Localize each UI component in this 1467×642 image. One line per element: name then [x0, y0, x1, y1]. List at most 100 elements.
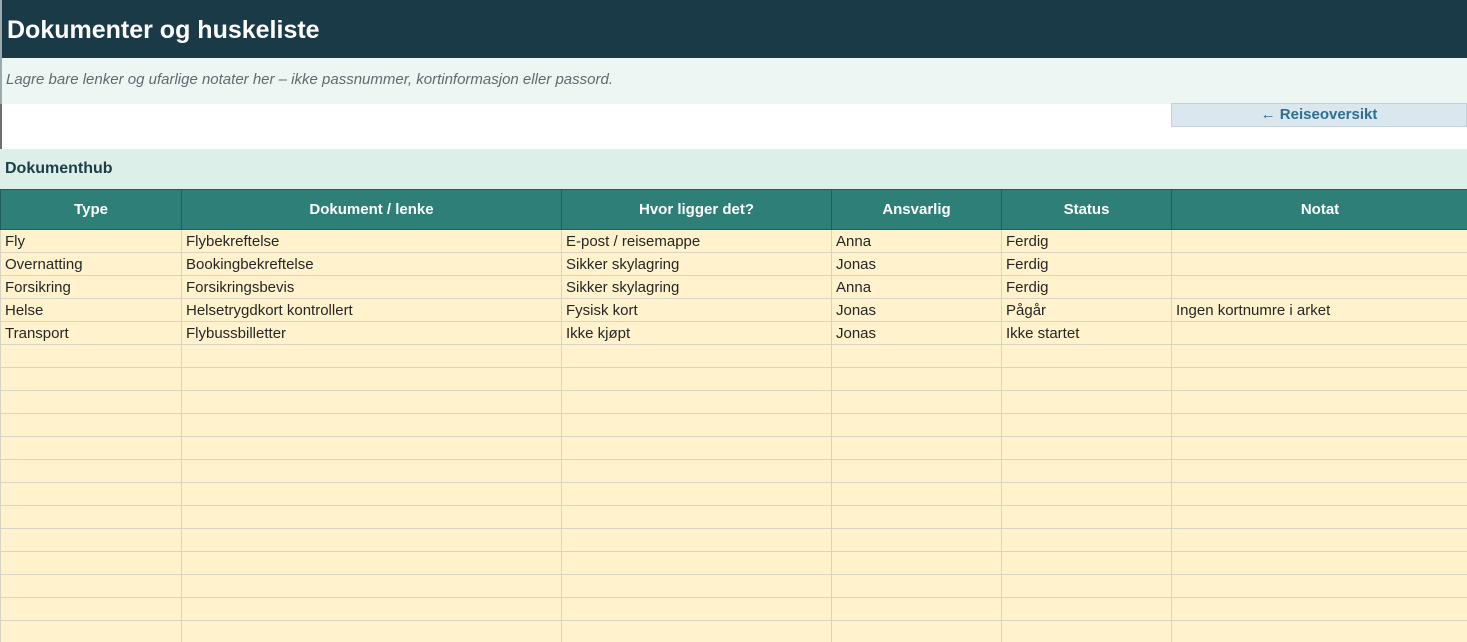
cell-type[interactable]: Transport — [0, 321, 182, 345]
cell-type[interactable]: Fly — [0, 229, 182, 253]
cell-status[interactable]: Pågår — [1001, 298, 1172, 322]
cell-note[interactable] — [1171, 436, 1467, 460]
cell-location[interactable] — [561, 482, 832, 506]
cell-document[interactable] — [181, 367, 562, 391]
cell-status[interactable] — [1001, 344, 1172, 368]
cell-note[interactable] — [1171, 574, 1467, 598]
cell-responsible[interactable] — [831, 620, 1002, 642]
cell-responsible[interactable]: Jonas — [831, 298, 1002, 322]
cell-note[interactable] — [1171, 620, 1467, 642]
cell-type[interactable] — [0, 528, 182, 552]
cell-document[interactable]: Bookingbekreftelse — [181, 252, 562, 276]
cell-document[interactable] — [181, 459, 562, 483]
cell-responsible[interactable] — [831, 367, 1002, 391]
column-header-type[interactable]: Type — [0, 189, 182, 230]
column-header-note[interactable]: Notat — [1171, 189, 1467, 230]
back-to-travel-overview-link[interactable]: ← Reiseoversikt — [1171, 103, 1467, 127]
cell-responsible[interactable] — [831, 413, 1002, 437]
cell-status[interactable] — [1001, 505, 1172, 529]
cell-location[interactable]: E-post / reisemappe — [561, 229, 832, 253]
cell-document[interactable] — [181, 528, 562, 552]
cell-location[interactable] — [561, 436, 832, 460]
cell-responsible[interactable]: Jonas — [831, 252, 1002, 276]
cell-responsible[interactable] — [831, 459, 1002, 483]
cell-status[interactable] — [1001, 413, 1172, 437]
cell-note[interactable] — [1171, 413, 1467, 437]
cell-note[interactable] — [1171, 321, 1467, 345]
cell-document[interactable] — [181, 344, 562, 368]
cell-location[interactable] — [561, 459, 832, 483]
cell-location[interactable]: Sikker skylagring — [561, 252, 832, 276]
cell-responsible[interactable] — [831, 551, 1002, 575]
cell-document[interactable]: Forsikringsbevis — [181, 275, 562, 299]
cell-responsible[interactable] — [831, 574, 1002, 598]
cell-status[interactable] — [1001, 528, 1172, 552]
cell-location[interactable] — [561, 574, 832, 598]
cell-location[interactable]: Sikker skylagring — [561, 275, 832, 299]
column-header-status[interactable]: Status — [1001, 189, 1172, 230]
cell-responsible[interactable]: Anna — [831, 275, 1002, 299]
cell-status[interactable]: Ferdig — [1001, 275, 1172, 299]
cell-status[interactable]: Ikke startet — [1001, 321, 1172, 345]
cell-type[interactable] — [0, 482, 182, 506]
cell-responsible[interactable] — [831, 390, 1002, 414]
cell-type[interactable] — [0, 436, 182, 460]
cell-document[interactable] — [181, 482, 562, 506]
cell-responsible[interactable] — [831, 528, 1002, 552]
cell-location[interactable] — [561, 390, 832, 414]
cell-type[interactable] — [0, 505, 182, 529]
cell-responsible[interactable] — [831, 505, 1002, 529]
cell-note[interactable] — [1171, 528, 1467, 552]
cell-status[interactable] — [1001, 390, 1172, 414]
privacy-note[interactable]: Lagre bare lenker og ufarlige notater he… — [6, 71, 613, 88]
cell-location[interactable] — [561, 620, 832, 642]
cell-responsible[interactable] — [831, 597, 1002, 621]
column-header-location[interactable]: Hvor ligger det? — [561, 189, 832, 230]
cell-location[interactable] — [561, 505, 832, 529]
cell-type[interactable] — [0, 574, 182, 598]
cell-location[interactable] — [561, 344, 832, 368]
cell-location[interactable]: Fysisk kort — [561, 298, 832, 322]
page-title[interactable]: Dokumenter og huskeliste — [7, 14, 320, 46]
cell-note[interactable] — [1171, 229, 1467, 253]
cell-type[interactable] — [0, 551, 182, 575]
cell-document[interactable] — [181, 413, 562, 437]
section-title[interactable]: Dokumenthub — [5, 160, 113, 178]
cell-status[interactable] — [1001, 551, 1172, 575]
cell-status[interactable] — [1001, 574, 1172, 598]
cell-note[interactable] — [1171, 551, 1467, 575]
cell-location[interactable] — [561, 528, 832, 552]
cell-note[interactable] — [1171, 344, 1467, 368]
column-header-document[interactable]: Dokument / lenke — [181, 189, 562, 230]
cell-responsible[interactable]: Jonas — [831, 321, 1002, 345]
cell-document[interactable] — [181, 551, 562, 575]
cell-type[interactable] — [0, 459, 182, 483]
cell-status[interactable]: Ferdig — [1001, 229, 1172, 253]
cell-type[interactable]: Overnatting — [0, 252, 182, 276]
cell-status[interactable] — [1001, 367, 1172, 391]
cell-document[interactable] — [181, 620, 562, 642]
cell-type[interactable] — [0, 413, 182, 437]
cell-responsible[interactable]: Anna — [831, 229, 1002, 253]
cell-responsible[interactable] — [831, 344, 1002, 368]
cell-note[interactable] — [1171, 367, 1467, 391]
cell-document[interactable]: Helsetrygdkort kontrollert — [181, 298, 562, 322]
cell-note[interactable] — [1171, 275, 1467, 299]
cell-status[interactable] — [1001, 597, 1172, 621]
cell-status[interactable]: Ferdig — [1001, 252, 1172, 276]
cell-note[interactable] — [1171, 597, 1467, 621]
cell-note[interactable] — [1171, 252, 1467, 276]
cell-status[interactable] — [1001, 436, 1172, 460]
cell-document[interactable] — [181, 436, 562, 460]
cell-responsible[interactable] — [831, 436, 1002, 460]
cell-type[interactable] — [0, 344, 182, 368]
cell-document[interactable] — [181, 390, 562, 414]
cell-note[interactable]: Ingen kortnumre i arket — [1171, 298, 1467, 322]
cell-note[interactable] — [1171, 505, 1467, 529]
cell-type[interactable] — [0, 597, 182, 621]
cell-location[interactable]: Ikke kjøpt — [561, 321, 832, 345]
cell-responsible[interactable] — [831, 482, 1002, 506]
column-header-responsible[interactable]: Ansvarlig — [831, 189, 1002, 230]
cell-location[interactable] — [561, 597, 832, 621]
cell-document[interactable]: Flybekreftelse — [181, 229, 562, 253]
